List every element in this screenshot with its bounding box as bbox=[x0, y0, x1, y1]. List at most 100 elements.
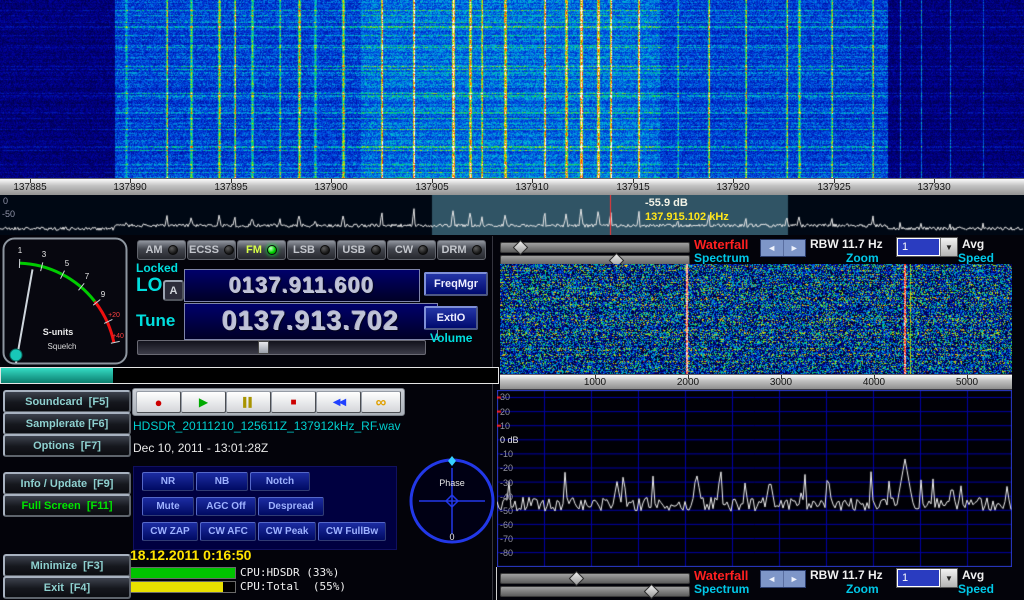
af-waterfall[interactable] bbox=[500, 264, 1012, 374]
mode-led bbox=[224, 245, 234, 255]
mode-led bbox=[267, 245, 277, 255]
locked-label: Locked bbox=[136, 261, 178, 275]
squelch-knob[interactable] bbox=[10, 349, 22, 361]
rf-zoom-control[interactable]: ◄ ► bbox=[760, 239, 806, 257]
cw-afc-button[interactable]: CW AFC bbox=[200, 522, 256, 541]
nb-button[interactable]: NB bbox=[196, 472, 248, 491]
af-spectrum-brightness-slider[interactable] bbox=[500, 586, 690, 597]
cw-zap-button[interactable]: CW ZAP bbox=[142, 522, 198, 541]
squelch-bar[interactable] bbox=[0, 367, 499, 384]
notch-button[interactable]: Notch bbox=[250, 472, 310, 491]
rf-waterfall-slider-thumb[interactable] bbox=[513, 240, 529, 256]
agc-button[interactable]: AGC Off bbox=[196, 497, 256, 516]
tune-frequency-display[interactable]: 0137.913.702 bbox=[184, 303, 438, 340]
rf-waterfall-label: Waterfall bbox=[694, 237, 748, 252]
chevron-down-icon[interactable]: ▼ bbox=[940, 569, 957, 587]
options-button[interactable]: Options [F7] bbox=[3, 434, 131, 457]
s-meter-scale-label: 3 bbox=[42, 250, 47, 259]
freqmgr-button[interactable]: FreqMgr bbox=[424, 272, 488, 296]
af-tick-label: 2000 bbox=[677, 377, 699, 388]
s-meter-scale-label: 7 bbox=[85, 272, 90, 281]
mode-led bbox=[371, 245, 381, 255]
af-tick-label: 3000 bbox=[770, 377, 792, 388]
af-db-label: -70 bbox=[500, 534, 513, 544]
af-avg-label: Avg bbox=[962, 568, 984, 582]
af-frequency-scale[interactable]: 1000 2000 3000 4000 5000 bbox=[500, 374, 1012, 390]
af-rbw-label: RBW 11.7 Hz bbox=[810, 568, 883, 582]
lo-lock-button[interactable]: A bbox=[163, 280, 184, 301]
cw-fullbw-button[interactable]: CW FullBw bbox=[318, 522, 386, 541]
cpu-hdsdr-bar-fill bbox=[131, 568, 235, 578]
mode-button-cw[interactable]: CW bbox=[387, 240, 436, 260]
loop-button[interactable]: ∞ bbox=[361, 391, 401, 413]
mode-button-label: LSB bbox=[293, 244, 315, 256]
mute-button[interactable]: Mute bbox=[142, 497, 194, 516]
af-spectrum-trace[interactable] bbox=[497, 390, 1012, 567]
af-tick-label: 1000 bbox=[584, 377, 606, 388]
file-name-label: HDSDR_20111210_125611Z_137912kHz_RF.wav bbox=[133, 419, 401, 433]
exit-button[interactable]: Exit [F4] bbox=[3, 576, 131, 599]
rf-spectrum-label: Spectrum bbox=[694, 251, 749, 265]
mode-button-drm[interactable]: DRM bbox=[437, 240, 486, 260]
rf-waterfall-brightness-slider[interactable] bbox=[500, 242, 690, 253]
af-tick-label: 5000 bbox=[956, 377, 978, 388]
rf-zoom-out-icon[interactable]: ◄ bbox=[761, 240, 783, 256]
rf-zoom-in-icon[interactable]: ► bbox=[783, 240, 806, 256]
af-zoom-in-icon[interactable]: ► bbox=[783, 571, 806, 587]
af-zoom-out-icon[interactable]: ◄ bbox=[761, 571, 783, 587]
af-spectrum[interactable]: 30 20 10 0 dB -10 -20 -30 -40 -50 -60 -7… bbox=[497, 390, 1012, 567]
stop-icon: ■ bbox=[290, 397, 296, 408]
af-waterfall-brightness-slider[interactable] bbox=[500, 573, 690, 584]
volume-slider[interactable] bbox=[137, 340, 426, 355]
stop-button[interactable]: ■ bbox=[271, 391, 316, 413]
af-waterfall-slider-thumb[interactable] bbox=[569, 571, 585, 587]
rf-speed-select[interactable]: 1 ▼ bbox=[896, 237, 958, 257]
samplerate-button[interactable]: Samplerate [F6] bbox=[3, 412, 131, 435]
af-tick-label: 4000 bbox=[863, 377, 885, 388]
tune-label: Tune bbox=[136, 311, 175, 331]
lo-frequency-display[interactable]: 0137.911.600 bbox=[184, 269, 420, 302]
mode-button-usb[interactable]: USB bbox=[337, 240, 386, 260]
full-screen-button[interactable]: Full Screen [F11] bbox=[3, 494, 131, 517]
mode-button-label: FM bbox=[246, 244, 262, 256]
loop-icon: ∞ bbox=[376, 394, 387, 411]
rf-spectrum-trace[interactable] bbox=[0, 195, 1024, 235]
record-button[interactable]: ● bbox=[136, 391, 181, 413]
despread-button[interactable]: Despread bbox=[258, 497, 324, 516]
s-meter-scale-label: 9 bbox=[101, 290, 106, 299]
af-speed-label: Speed bbox=[958, 582, 994, 596]
info-update-button[interactable]: Info / Update [F9] bbox=[3, 472, 131, 495]
pause-button[interactable]: ▌▌ bbox=[226, 391, 271, 413]
freq-tick-label: 137900 bbox=[314, 182, 347, 193]
s-meter: 1 3 5 7 9 +20 +40 S-units Squelch bbox=[2, 237, 128, 365]
cw-peak-button[interactable]: CW Peak bbox=[258, 522, 316, 541]
extio-button[interactable]: ExtIO bbox=[424, 306, 478, 330]
rf-waterfall[interactable] bbox=[0, 0, 1024, 178]
rf-speed-label: Speed bbox=[958, 251, 994, 265]
rewind-button[interactable]: ◀◀ bbox=[316, 391, 361, 413]
af-db-label: -60 bbox=[500, 520, 513, 530]
mode-button-label: DRM bbox=[441, 244, 466, 256]
rf-rbw-label: RBW 11.7 Hz bbox=[810, 237, 883, 251]
chevron-down-icon[interactable]: ▼ bbox=[940, 238, 957, 256]
mode-button-ecss[interactable]: ECSS bbox=[187, 240, 236, 260]
freq-tick-label: 137925 bbox=[817, 182, 850, 193]
af-speed-select[interactable]: 1 ▼ bbox=[896, 568, 958, 588]
mode-button-lsb[interactable]: LSB bbox=[287, 240, 336, 260]
af-db-label: 20 bbox=[500, 407, 510, 417]
mode-button-label: ECSS bbox=[189, 244, 219, 256]
record-icon: ● bbox=[155, 395, 163, 410]
nr-button[interactable]: NR bbox=[142, 472, 194, 491]
mode-button-am[interactable]: AM bbox=[137, 240, 186, 260]
volume-slider-thumb[interactable] bbox=[258, 341, 269, 354]
freq-tick-label: 137895 bbox=[214, 182, 247, 193]
af-db-label: 10 bbox=[500, 421, 510, 431]
minimize-button[interactable]: Minimize [F3] bbox=[3, 554, 131, 577]
af-zoom-control[interactable]: ◄ ► bbox=[760, 570, 806, 588]
rf-spectrum[interactable]: 0 -50 -55.9 dB 137.915.102 kHz bbox=[0, 195, 1024, 235]
mode-button-fm[interactable]: FM bbox=[237, 240, 286, 260]
af-spectrum-slider-thumb[interactable] bbox=[644, 584, 660, 600]
play-button[interactable]: ▶ bbox=[181, 391, 226, 413]
af-spectrum-label: Spectrum bbox=[694, 582, 749, 596]
soundcard-button[interactable]: Soundcard [F5] bbox=[3, 390, 131, 413]
